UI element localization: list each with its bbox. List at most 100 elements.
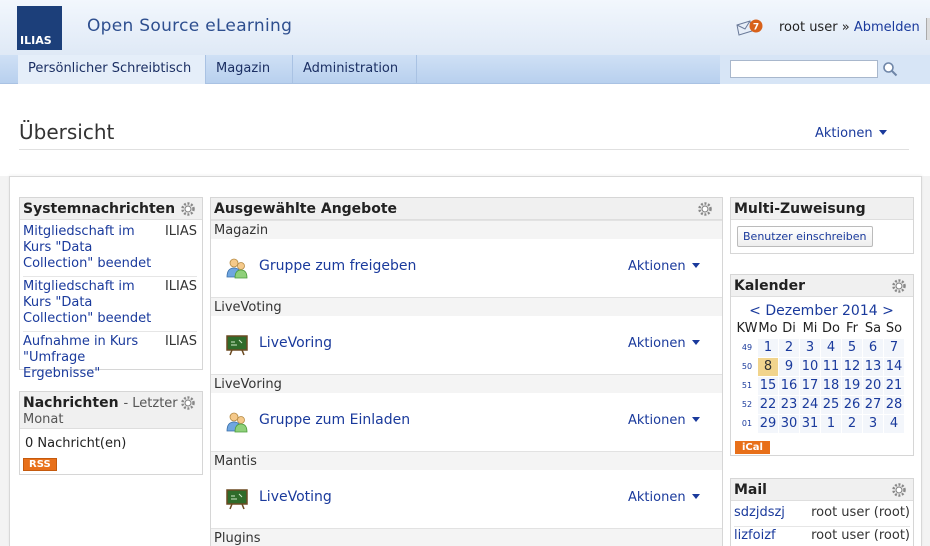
mail-subject-link[interactable]: sdzjdszj (734, 505, 785, 520)
calendar-day[interactable]: 10 (799, 356, 821, 377)
calendar-day[interactable]: 20 (862, 375, 884, 396)
calendar-day[interactable]: 27 (862, 394, 884, 415)
mail-subject-link[interactable]: lizfoizf (734, 528, 776, 543)
calendar-day[interactable]: 24 (799, 394, 821, 415)
gear-icon[interactable] (180, 201, 196, 217)
ilias-logo[interactable]: ILIAS (17, 6, 62, 50)
actions-label: Aktionen (628, 336, 686, 351)
week-number[interactable]: 01 (736, 413, 758, 434)
calendar-day[interactable]: 30 (778, 413, 800, 434)
calendar-day[interactable]: 12 (841, 356, 863, 377)
calendar-nav: < Dezember 2014 > (731, 303, 912, 319)
system-message-link[interactable]: Mitgliedschaft im Kurs "Data Collection"… (23, 279, 161, 327)
calendar-day[interactable]: 5 (841, 337, 863, 358)
calendar-day[interactable]: 7 (883, 337, 905, 358)
menu-administration[interactable]: Administration (293, 55, 417, 98)
chevron-down-icon (691, 494, 700, 499)
page-actions-dropdown[interactable]: Aktionen (815, 126, 887, 141)
logout-link[interactable]: Abmelden (854, 20, 920, 35)
item-title-link[interactable]: LiveVoting (259, 489, 332, 505)
calendar-day[interactable]: 2 (778, 337, 800, 358)
calendar-day[interactable]: 21 (883, 375, 905, 396)
system-message: Aufnahme in Kurs "Umfrage Ergebnisse" IL… (23, 334, 197, 381)
mail-notification-icon[interactable]: 7 (736, 19, 764, 37)
chevron-down-icon (691, 417, 700, 422)
category-header: Mantis (211, 451, 722, 470)
calendar-grid: KW Mo Di Mi Do Fr Sa So 49 1 2 3 4 5 6 7… (736, 320, 905, 434)
system-message-source: ILIAS (164, 224, 197, 239)
site-title: Open Source eLearning (87, 16, 293, 36)
calendar-day[interactable]: 11 (820, 356, 842, 377)
day-header: Do (822, 321, 840, 337)
actions-label: Aktionen (815, 126, 873, 141)
calendar-day[interactable]: 3 (799, 337, 821, 358)
week-number[interactable]: 50 (736, 356, 758, 377)
news-count: 0 Nachricht(en) (25, 436, 127, 451)
system-message-link[interactable]: Mitgliedschaft im Kurs "Data Collection"… (23, 224, 161, 272)
calendar-day[interactable]: 1 (757, 337, 779, 358)
title-area (0, 85, 930, 176)
calendar-day[interactable]: 17 (799, 375, 821, 396)
calendar-week-row: 50 8 9 10 11 12 13 14 (736, 356, 905, 377)
item-actions-dropdown[interactable]: Aktionen (628, 413, 700, 428)
item-title-link[interactable]: LiveVoring (259, 335, 332, 351)
day-header: So (885, 321, 903, 337)
week-number[interactable]: 52 (736, 394, 758, 415)
calendar-day[interactable]: 13 (862, 356, 884, 377)
calendar-day[interactable]: 2 (841, 413, 863, 434)
calendar-prev-button[interactable]: < (749, 303, 761, 319)
calendar-day[interactable]: 26 (841, 394, 863, 415)
user-area: root user » Abmelden (779, 20, 920, 35)
mail-row: lizfoizf root user (root) (734, 528, 910, 546)
item-actions-dropdown[interactable]: Aktionen (628, 259, 700, 274)
enroll-users-button[interactable]: Benutzer einschreiben (737, 226, 873, 247)
calendar-day[interactable]: 3 (862, 413, 884, 434)
search-input[interactable] (730, 60, 878, 78)
chevron-down-icon (878, 130, 887, 135)
gear-icon[interactable] (697, 201, 713, 217)
calendar-day[interactable]: 23 (778, 394, 800, 415)
calendar-day[interactable]: 31 (799, 413, 821, 434)
menu-personal-desktop[interactable]: Persönlicher Schreibtisch (18, 55, 206, 98)
calendar-day[interactable]: 4 (883, 413, 905, 434)
calendar-day[interactable]: 22 (757, 394, 779, 415)
actions-label: Aktionen (628, 259, 686, 274)
calendar-day[interactable]: 28 (883, 394, 905, 415)
calendar-day[interactable]: 14 (883, 356, 905, 377)
calendar-day[interactable]: 6 (862, 337, 884, 358)
calendar-next-button[interactable]: > (882, 303, 894, 319)
calendar-day[interactable]: 15 (757, 375, 779, 396)
block-header: Nachrichten - Letzter Monat (20, 392, 202, 429)
category-header: Plugins (211, 528, 722, 546)
chevron-down-icon (691, 263, 700, 268)
search-icon[interactable] (882, 61, 898, 77)
group-icon (226, 412, 248, 433)
calendar-day[interactable]: 1 (820, 413, 842, 434)
item-actions-dropdown[interactable]: Aktionen (628, 490, 700, 505)
mail-block: Mail sdzjdszj root user (root) lizfoizf … (730, 478, 914, 546)
item-title-link[interactable]: Gruppe zum freigeben (259, 258, 416, 274)
ical-button[interactable]: iCal (735, 441, 770, 454)
calendar-day[interactable]: 29 (757, 413, 779, 434)
week-number[interactable]: 49 (736, 337, 758, 358)
gear-icon[interactable] (891, 482, 907, 498)
calendar-day[interactable]: 19 (841, 375, 863, 396)
calendar-day[interactable]: 9 (778, 356, 800, 377)
calendar-day[interactable]: 18 (820, 375, 842, 396)
block-title: Systemnachrichten (23, 201, 176, 217)
week-number[interactable]: 51 (736, 375, 758, 396)
system-message-link[interactable]: Aufnahme in Kurs "Umfrage Ergebnisse" (23, 334, 161, 382)
item-actions-dropdown[interactable]: Aktionen (628, 336, 700, 351)
calendar-day-today[interactable]: 8 (757, 356, 779, 377)
gear-icon[interactable] (180, 395, 196, 411)
calendar-day[interactable]: 25 (820, 394, 842, 415)
block-header: Systemnachrichten (20, 198, 202, 220)
rss-button[interactable]: RSS (23, 458, 57, 471)
item-title-link[interactable]: Gruppe zum Einladen (259, 412, 410, 428)
gear-icon[interactable] (891, 278, 907, 294)
menu-repository[interactable]: Magazin (206, 55, 293, 98)
calendar-day[interactable]: 16 (778, 375, 800, 396)
block-title: Ausgewählte Angebote (214, 201, 398, 217)
block-header: Mail (731, 479, 913, 501)
calendar-day[interactable]: 4 (820, 337, 842, 358)
